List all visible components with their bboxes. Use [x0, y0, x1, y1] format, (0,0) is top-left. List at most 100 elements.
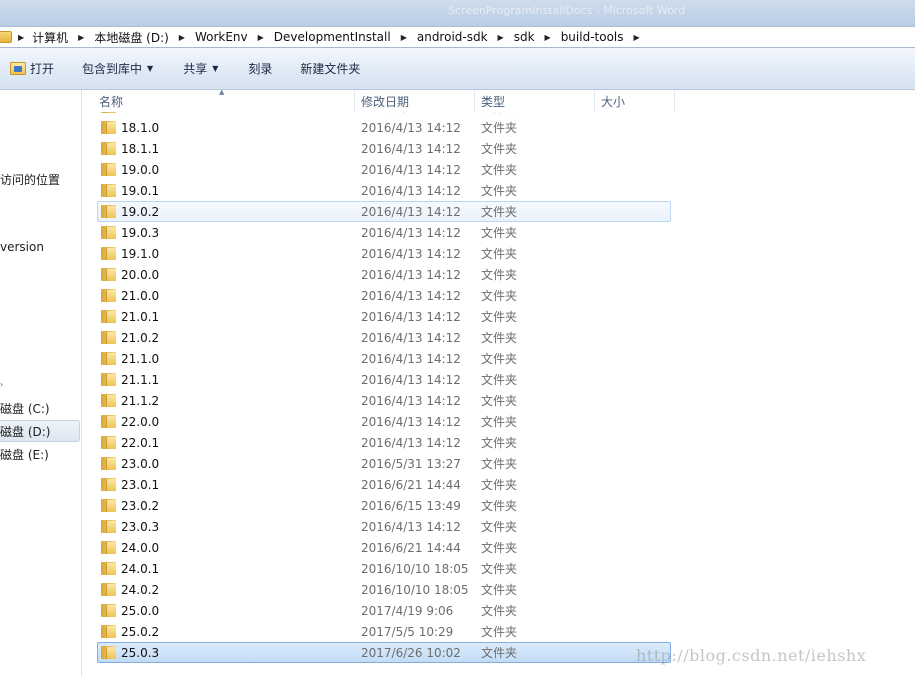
- folder-icon: [101, 562, 116, 575]
- watermark: http://blog.csdn.net/iehshx: [636, 646, 867, 665]
- file-row[interactable]: 24.0.1 2016/10/10 18:05 文件夹: [83, 558, 915, 579]
- file-name: 21.0.0: [121, 288, 160, 303]
- nav-item-label: 磁盘 (D:): [0, 424, 51, 439]
- file-date: 2017/4/19 9:06: [361, 603, 454, 618]
- nav-item-recent-places[interactable]: 访问的位置: [0, 168, 80, 190]
- nav-item-drive-e[interactable]: 磁盘 (E:): [0, 443, 80, 465]
- new-folder-button[interactable]: 新建文件夹: [292, 56, 368, 82]
- folder-icon: [101, 310, 116, 323]
- file-row[interactable]: 23.0.2 2016/6/15 13:49 文件夹: [83, 495, 915, 516]
- column-header-size[interactable]: 大小: [595, 90, 675, 112]
- file-row[interactable]: 21.1.1 2016/4/13 14:12 文件夹: [83, 369, 915, 390]
- file-name: 23.0.1: [121, 477, 160, 492]
- folder-icon: [101, 352, 116, 365]
- breadcrumb-item[interactable]: sdk: [514, 30, 535, 44]
- breadcrumb-item[interactable]: DevelopmentInstall: [274, 30, 391, 44]
- breadcrumb-separator-icon[interactable]: ▶: [18, 33, 24, 42]
- new-folder-label: 新建文件夹: [300, 62, 361, 76]
- file-date: 2016/4/13 14:12: [361, 351, 461, 366]
- file-row[interactable]: 19.0.0 2016/4/13 14:12 文件夹: [83, 159, 915, 180]
- expand-arrow-icon[interactable]: ›: [0, 380, 3, 389]
- file-date: 2016/4/13 14:12: [361, 204, 461, 219]
- breadcrumb-item[interactable]: build-tools: [561, 30, 624, 44]
- file-type: 文件夹: [481, 310, 518, 324]
- file-row[interactable]: 20.0.0 2016/4/13 14:12 文件夹: [83, 264, 915, 285]
- file-name: 24.0.0: [121, 540, 160, 555]
- breadcrumb-separator-icon[interactable]: ▶: [179, 33, 185, 42]
- file-row[interactable]: 23.0.0 2016/5/31 13:27 文件夹: [83, 453, 915, 474]
- file-row[interactable]: 19.0.1 2016/4/13 14:12 文件夹: [83, 180, 915, 201]
- file-name: 25.0.3: [121, 645, 160, 660]
- file-type: 文件夹: [481, 352, 518, 366]
- open-icon: [10, 62, 26, 75]
- file-list[interactable]: ▲ 名称 修改日期 类型 大小 18.0.1 2016/4/13 14:12 文件夹…: [83, 90, 915, 676]
- folder-icon: [101, 205, 116, 218]
- file-row[interactable]: 21.1.0 2016/4/13 14:12 文件夹: [83, 348, 915, 369]
- file-rows: 18.0.1 2016/4/13 14:12 文件夹 18.1.0 2016/4/13 …: [83, 112, 915, 676]
- breadcrumb-item[interactable]: 本地磁盘 (D:): [94, 29, 168, 46]
- chevron-down-icon: ▼: [147, 64, 154, 73]
- file-row[interactable]: 21.1.2 2016/4/13 14:12 文件夹: [83, 390, 915, 411]
- file-date: 2016/4/13 14:12: [361, 330, 461, 345]
- file-date: 2016/10/10 18:05: [361, 582, 469, 597]
- breadcrumb-item[interactable]: WorkEnv: [195, 30, 248, 44]
- breadcrumb-item[interactable]: android-sdk: [417, 30, 488, 44]
- file-row[interactable]: 18.1.1 2016/4/13 14:12 文件夹: [83, 138, 915, 159]
- file-name: 19.1.0: [121, 246, 160, 261]
- file-row[interactable]: 21.0.1 2016/4/13 14:12 文件夹: [83, 306, 915, 327]
- breadcrumb-separator-icon[interactable]: ▶: [401, 33, 407, 42]
- breadcrumb-separator-icon[interactable]: ▶: [498, 33, 504, 42]
- file-row[interactable]: 21.0.2 2016/4/13 14:12 文件夹: [83, 327, 915, 348]
- column-header-name[interactable]: 名称: [93, 90, 355, 112]
- file-type: 文件夹: [481, 436, 518, 450]
- file-name: 21.0.2: [121, 330, 160, 345]
- breadcrumb-item[interactable]: 计算机: [32, 29, 68, 46]
- column-header-type[interactable]: 类型: [475, 90, 595, 112]
- file-row[interactable]: 24.0.0 2016/6/21 14:44 文件夹: [83, 537, 915, 558]
- folder-icon: [101, 289, 116, 302]
- address-bar[interactable]: ▶ 计算机 ▶ 本地磁盘 (D:) ▶ WorkEnv ▶ DevelopmentInstal…: [0, 26, 915, 48]
- nav-item-drive-d[interactable]: 磁盘 (D:): [0, 420, 80, 442]
- folder-icon: [101, 268, 116, 281]
- file-type: 文件夹: [481, 520, 518, 534]
- nav-item-drive-c[interactable]: 磁盘 (C:): [0, 397, 80, 419]
- file-row[interactable]: 19.0.2 2016/4/13 14:12 文件夹: [83, 201, 915, 222]
- file-type: 文件夹: [481, 163, 518, 177]
- nav-item-label: 磁盘 (E:): [0, 447, 49, 462]
- burn-button[interactable]: 刻录: [240, 56, 280, 82]
- share-label: 共享: [183, 62, 208, 76]
- breadcrumb-separator-icon[interactable]: ▶: [634, 33, 640, 42]
- breadcrumb-separator-icon[interactable]: ▶: [545, 33, 551, 42]
- file-name: 22.0.1: [121, 435, 160, 450]
- folder-icon: [101, 163, 116, 176]
- nav-item-label: 访问的位置: [0, 172, 61, 187]
- file-name: 19.0.0: [121, 162, 160, 177]
- folder-icon: [101, 646, 116, 659]
- nav-item-version[interactable]: version: [0, 236, 80, 258]
- file-row[interactable]: 25.0.0 2017/4/19 9:06 文件夹: [83, 600, 915, 621]
- column-header-date[interactable]: 修改日期: [355, 90, 475, 112]
- file-row[interactable]: 25.0.2 2017/5/5 10:29 文件夹: [83, 621, 915, 642]
- breadcrumb-separator-icon[interactable]: ▶: [258, 33, 264, 42]
- folder-icon: [101, 499, 116, 512]
- folder-icon: [101, 142, 116, 155]
- navigation-pane[interactable]: 访问的位置 version › 磁盘 (C:) 磁盘 (D:) 磁盘 (E:): [0, 90, 82, 676]
- file-row[interactable]: 19.1.0 2016/4/13 14:12 文件夹: [83, 243, 915, 264]
- file-row[interactable]: 23.0.1 2016/6/21 14:44 文件夹: [83, 474, 915, 495]
- breadcrumb-separator-icon[interactable]: ▶: [78, 33, 84, 42]
- file-date: 2017/5/5 10:29: [361, 624, 454, 639]
- include-in-library-button[interactable]: 包含到库中 ▼: [74, 56, 161, 82]
- file-row[interactable]: 23.0.3 2016/4/13 14:12 文件夹: [83, 516, 915, 537]
- file-row[interactable]: 18.1.0 2016/4/13 14:12 文件夹: [83, 117, 915, 138]
- file-name: 18.0.1: [121, 112, 159, 114]
- open-button[interactable]: 打开: [2, 56, 62, 82]
- file-row[interactable]: 21.0.0 2016/4/13 14:12 文件夹: [83, 285, 915, 306]
- file-name: 23.0.0: [121, 456, 160, 471]
- file-row[interactable]: 22.0.0 2016/4/13 14:12 文件夹: [83, 411, 915, 432]
- file-row[interactable]: 24.0.2 2016/10/10 18:05 文件夹: [83, 579, 915, 600]
- file-date: 2016/4/13 14:12: [361, 435, 461, 450]
- file-row[interactable]: 19.0.3 2016/4/13 14:12 文件夹: [83, 222, 915, 243]
- share-button[interactable]: 共享 ▼: [175, 56, 226, 82]
- file-row[interactable]: 22.0.1 2016/4/13 14:12 文件夹: [83, 432, 915, 453]
- file-name: 19.0.2: [121, 204, 160, 219]
